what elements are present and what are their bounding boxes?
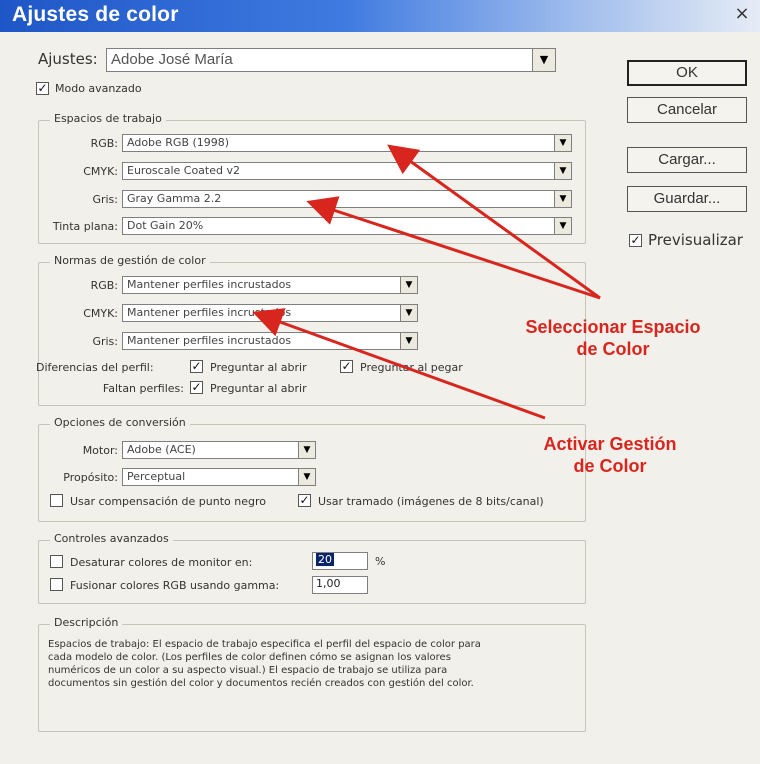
annotation-seleccionar-line1: Seleccionar Espacio — [525, 317, 701, 337]
espacios-rgb-label: RGB: — [90, 137, 118, 150]
cancel-button[interactable]: Cancelar — [627, 97, 747, 123]
conversion-legend: Opciones de conversión — [50, 416, 190, 429]
espacios-cmyk-label: CMYK: — [83, 165, 118, 178]
chevron-down-icon: ▼ — [298, 469, 315, 485]
fusionar-value: 1,00 — [316, 577, 341, 590]
check-icon: ✓ — [630, 233, 641, 247]
chevron-down-icon: ▼ — [400, 333, 417, 349]
ajustes-value: Adobe José María — [111, 51, 233, 68]
ajustes-select[interactable]: Adobe José María ▼ — [106, 48, 556, 72]
chevron-down-icon: ▼ — [532, 49, 555, 71]
descripcion-text: Espacios de trabajo: El espacio de traba… — [48, 639, 481, 689]
preguntar-pegar-label: Preguntar al pegar — [360, 361, 463, 374]
title-bar: Ajustes de color × — [0, 0, 760, 32]
preview-checkbox[interactable]: ✓ — [629, 234, 642, 247]
espacios-gris-select[interactable]: Gray Gamma 2.2 ▼ — [122, 190, 572, 208]
avanzados-legend: Controles avanzados — [50, 532, 173, 545]
avanzados-group — [38, 540, 586, 604]
diferencias-label: Diferencias del perfil: — [36, 361, 154, 374]
window-title: Ajustes de color — [12, 3, 179, 26]
faltan-preguntar-checkbox[interactable]: ✓ — [190, 381, 203, 394]
tramado-checkbox[interactable]: ✓ — [298, 494, 311, 507]
normas-gris-select[interactable]: Mantener perfiles incrustados ▼ — [122, 332, 418, 350]
espacios-legend: Espacios de trabajo — [50, 112, 166, 125]
desaturar-value: 20 — [316, 553, 334, 566]
close-icon[interactable]: × — [732, 4, 752, 24]
preguntar-abrir-checkbox[interactable]: ✓ — [190, 360, 203, 373]
espacios-tinta-select[interactable]: Dot Gain 20% ▼ — [122, 217, 572, 235]
desaturar-label: Desaturar colores de monitor en: — [70, 556, 253, 569]
espacios-rgb-select[interactable]: Adobe RGB (1998) ▼ — [122, 134, 572, 152]
modo-avanzado-checkbox[interactable]: ✓ — [36, 82, 49, 95]
check-icon: ✓ — [191, 359, 202, 373]
desaturar-checkbox[interactable] — [50, 555, 63, 568]
annotation-activar-line1: Activar Gestión — [543, 434, 677, 454]
check-icon: ✓ — [37, 81, 48, 95]
normas-gris-label: Gris: — [92, 335, 118, 348]
espacios-rgb-value: Adobe RGB (1998) — [127, 136, 230, 149]
chevron-down-icon: ▼ — [554, 218, 571, 234]
desaturar-unit: % — [375, 555, 386, 568]
proposito-label: Propósito: — [63, 471, 118, 484]
check-icon: ✓ — [299, 493, 310, 507]
normas-rgb-label: RGB: — [90, 279, 118, 292]
compensacion-checkbox[interactable] — [50, 494, 63, 507]
espacios-tinta-label: Tinta plana: — [52, 220, 118, 233]
normas-rgb-value: Mantener perfiles incrustados — [127, 278, 292, 291]
espacios-tinta-value: Dot Gain 20% — [127, 219, 204, 232]
preview-label: Previsualizar — [648, 231, 743, 249]
preguntar-abrir-label: Preguntar al abrir — [210, 361, 307, 374]
fusionar-label: Fusionar colores RGB usando gamma: — [70, 579, 280, 592]
normas-cmyk-label: CMYK: — [83, 307, 118, 320]
espacios-gris-value: Gray Gamma 2.2 — [127, 192, 222, 205]
ajustes-label: Ajustes: — [38, 50, 98, 68]
modo-avanzado-label: Modo avanzado — [55, 82, 142, 95]
faltan-preguntar-label: Preguntar al abrir — [210, 382, 307, 395]
normas-cmyk-value: Mantener perfiles incrustados — [127, 306, 292, 319]
check-icon: ✓ — [341, 359, 352, 373]
proposito-value: Perceptual — [127, 470, 186, 483]
tramado-label: Usar tramado (imágenes de 8 bits/canal) — [318, 495, 544, 508]
descripcion-legend: Descripción — [50, 616, 123, 629]
espacios-gris-label: Gris: — [92, 193, 118, 206]
normas-cmyk-select[interactable]: Mantener perfiles incrustados ▼ — [122, 304, 418, 322]
normas-legend: Normas de gestión de color — [50, 254, 210, 267]
preguntar-pegar-checkbox[interactable]: ✓ — [340, 360, 353, 373]
proposito-select[interactable]: Perceptual ▼ — [122, 468, 316, 486]
motor-select[interactable]: Adobe (ACE) ▼ — [122, 441, 316, 459]
motor-label: Motor: — [82, 444, 118, 457]
normas-rgb-select[interactable]: Mantener perfiles incrustados ▼ — [122, 276, 418, 294]
save-button[interactable]: Guardar... — [627, 186, 747, 212]
normas-gris-value: Mantener perfiles incrustados — [127, 334, 292, 347]
ok-button[interactable]: OK — [627, 60, 747, 86]
annotation-activar-line2: de Color — [573, 456, 647, 476]
espacios-cmyk-select[interactable]: Euroscale Coated v2 ▼ — [122, 162, 572, 180]
espacios-cmyk-value: Euroscale Coated v2 — [127, 164, 240, 177]
fusionar-input[interactable]: 1,00 — [312, 576, 368, 594]
annotation-seleccionar: Seleccionar Espacio de Color — [493, 316, 733, 360]
chevron-down-icon: ▼ — [554, 135, 571, 151]
check-icon: ✓ — [191, 380, 202, 394]
annotation-seleccionar-line2: de Color — [576, 339, 650, 359]
chevron-down-icon: ▼ — [298, 442, 315, 458]
chevron-down-icon: ▼ — [400, 305, 417, 321]
compensacion-label: Usar compensación de punto negro — [70, 495, 266, 508]
chevron-down-icon: ▼ — [554, 163, 571, 179]
load-button[interactable]: Cargar... — [627, 147, 747, 173]
faltan-label: Faltan perfiles: — [102, 382, 184, 395]
fusionar-checkbox[interactable] — [50, 578, 63, 591]
chevron-down-icon: ▼ — [400, 277, 417, 293]
annotation-activar: Activar Gestión de Color — [510, 433, 710, 477]
chevron-down-icon: ▼ — [554, 191, 571, 207]
motor-value: Adobe (ACE) — [127, 443, 196, 456]
desaturar-input[interactable]: 20 — [312, 552, 368, 570]
